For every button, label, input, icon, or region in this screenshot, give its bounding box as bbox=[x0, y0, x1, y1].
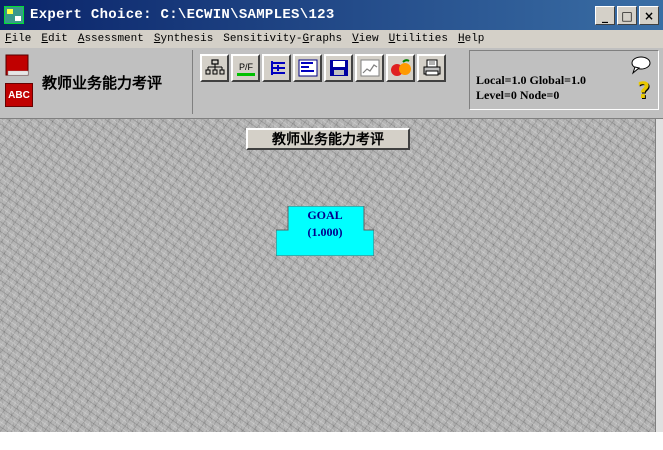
status-local-global: Local=1.0 Global=1.0 bbox=[476, 73, 587, 87]
pf-icon: P/F bbox=[236, 62, 255, 76]
goal-label: GOAL bbox=[307, 208, 343, 222]
canvas-title: 教师业务能力考评 bbox=[246, 128, 410, 150]
menu-edit[interactable]: Edit bbox=[36, 33, 72, 45]
goal-value: (1.000) bbox=[307, 225, 343, 239]
speech-bubble-icon[interactable] bbox=[630, 55, 652, 75]
app-window: Expert Choice: C:\ECWIN\SAMPLES\123 _ □ … bbox=[0, 0, 663, 432]
apple-orange-icon bbox=[390, 59, 411, 76]
print-button[interactable] bbox=[417, 54, 446, 82]
close-button[interactable]: × bbox=[639, 6, 659, 25]
tree-view-icon bbox=[270, 61, 285, 75]
model-name: 教师业务能力考评 bbox=[42, 74, 163, 92]
menu-label: ssessment bbox=[84, 33, 144, 45]
help-icon[interactable]: ? bbox=[637, 79, 650, 104]
menu-label: elp bbox=[464, 33, 485, 45]
maximize-button[interactable]: □ bbox=[617, 6, 637, 25]
menu-label: dit bbox=[48, 33, 68, 45]
hierarchy-button[interactable] bbox=[200, 54, 229, 82]
title-bar[interactable]: Expert Choice: C:\ECWIN\SAMPLES\123 _ □ … bbox=[0, 0, 663, 30]
menu-label: ynthesis bbox=[160, 33, 214, 45]
save-button[interactable] bbox=[324, 54, 353, 82]
toolbar: ABC 教师业务能力考评 P/F Local=1.0 Global=1.0 Le… bbox=[0, 48, 663, 119]
menu-label: raphs bbox=[309, 33, 343, 45]
menu-label: ile bbox=[11, 33, 32, 45]
status-panel: Local=1.0 Global=1.0 Level=0 Node=0 ? bbox=[469, 50, 659, 110]
tree-view-button[interactable] bbox=[262, 54, 291, 82]
line-chart-button[interactable] bbox=[355, 54, 384, 82]
bar-list-icon bbox=[298, 59, 317, 77]
pf-button[interactable]: P/F bbox=[231, 54, 260, 82]
tool-buttons: P/F bbox=[200, 54, 446, 82]
book-icon[interactable] bbox=[5, 54, 31, 78]
menu-help[interactable]: Help bbox=[453, 33, 489, 45]
menu-utilities[interactable]: Utilities bbox=[384, 33, 453, 45]
window-controls: _ □ × bbox=[595, 6, 659, 25]
vertical-scrollbar[interactable] bbox=[655, 119, 663, 432]
app-icon[interactable] bbox=[4, 6, 24, 24]
abc-icon[interactable]: ABC bbox=[5, 83, 33, 107]
menu-view[interactable]: View bbox=[347, 33, 383, 45]
menu-assessment[interactable]: Assessment bbox=[73, 33, 149, 45]
menu-file[interactable]: File bbox=[0, 33, 36, 45]
menu-mnemonic: V bbox=[352, 33, 359, 45]
hierarchy-canvas[interactable]: 教师业务能力考评 GOAL (1.000) bbox=[0, 119, 655, 432]
window-title: Expert Choice: C:\ECWIN\SAMPLES\123 bbox=[30, 7, 335, 23]
menu-mnemonic: F bbox=[5, 33, 12, 45]
pf-label: P/F bbox=[238, 62, 253, 72]
menu-bar: File Edit Assessment Synthesis Sensitivi… bbox=[0, 30, 663, 48]
menu-sensitivity-graphs[interactable]: Sensitivity-Graphs bbox=[218, 33, 347, 45]
apple-orange-button[interactable] bbox=[386, 54, 415, 82]
menu-label: Sensitivity- bbox=[223, 33, 303, 45]
save-disk-icon bbox=[329, 60, 348, 76]
menu-label: tilities bbox=[395, 33, 448, 45]
menu-mnemonic: H bbox=[457, 33, 465, 45]
status-level-node: Level=0 Node=0 bbox=[476, 88, 560, 102]
goal-node[interactable]: GOAL (1.000) bbox=[276, 206, 374, 256]
hierarchy-icon bbox=[205, 59, 224, 75]
model-panel: ABC 教师业务能力考评 bbox=[2, 50, 193, 114]
bar-list-button[interactable] bbox=[293, 54, 322, 82]
menu-synthesis[interactable]: Synthesis bbox=[149, 33, 218, 45]
line-chart-icon bbox=[360, 59, 379, 77]
minimize-button[interactable]: _ bbox=[595, 6, 615, 25]
printer-icon bbox=[423, 59, 440, 76]
menu-label: iew bbox=[358, 33, 379, 45]
